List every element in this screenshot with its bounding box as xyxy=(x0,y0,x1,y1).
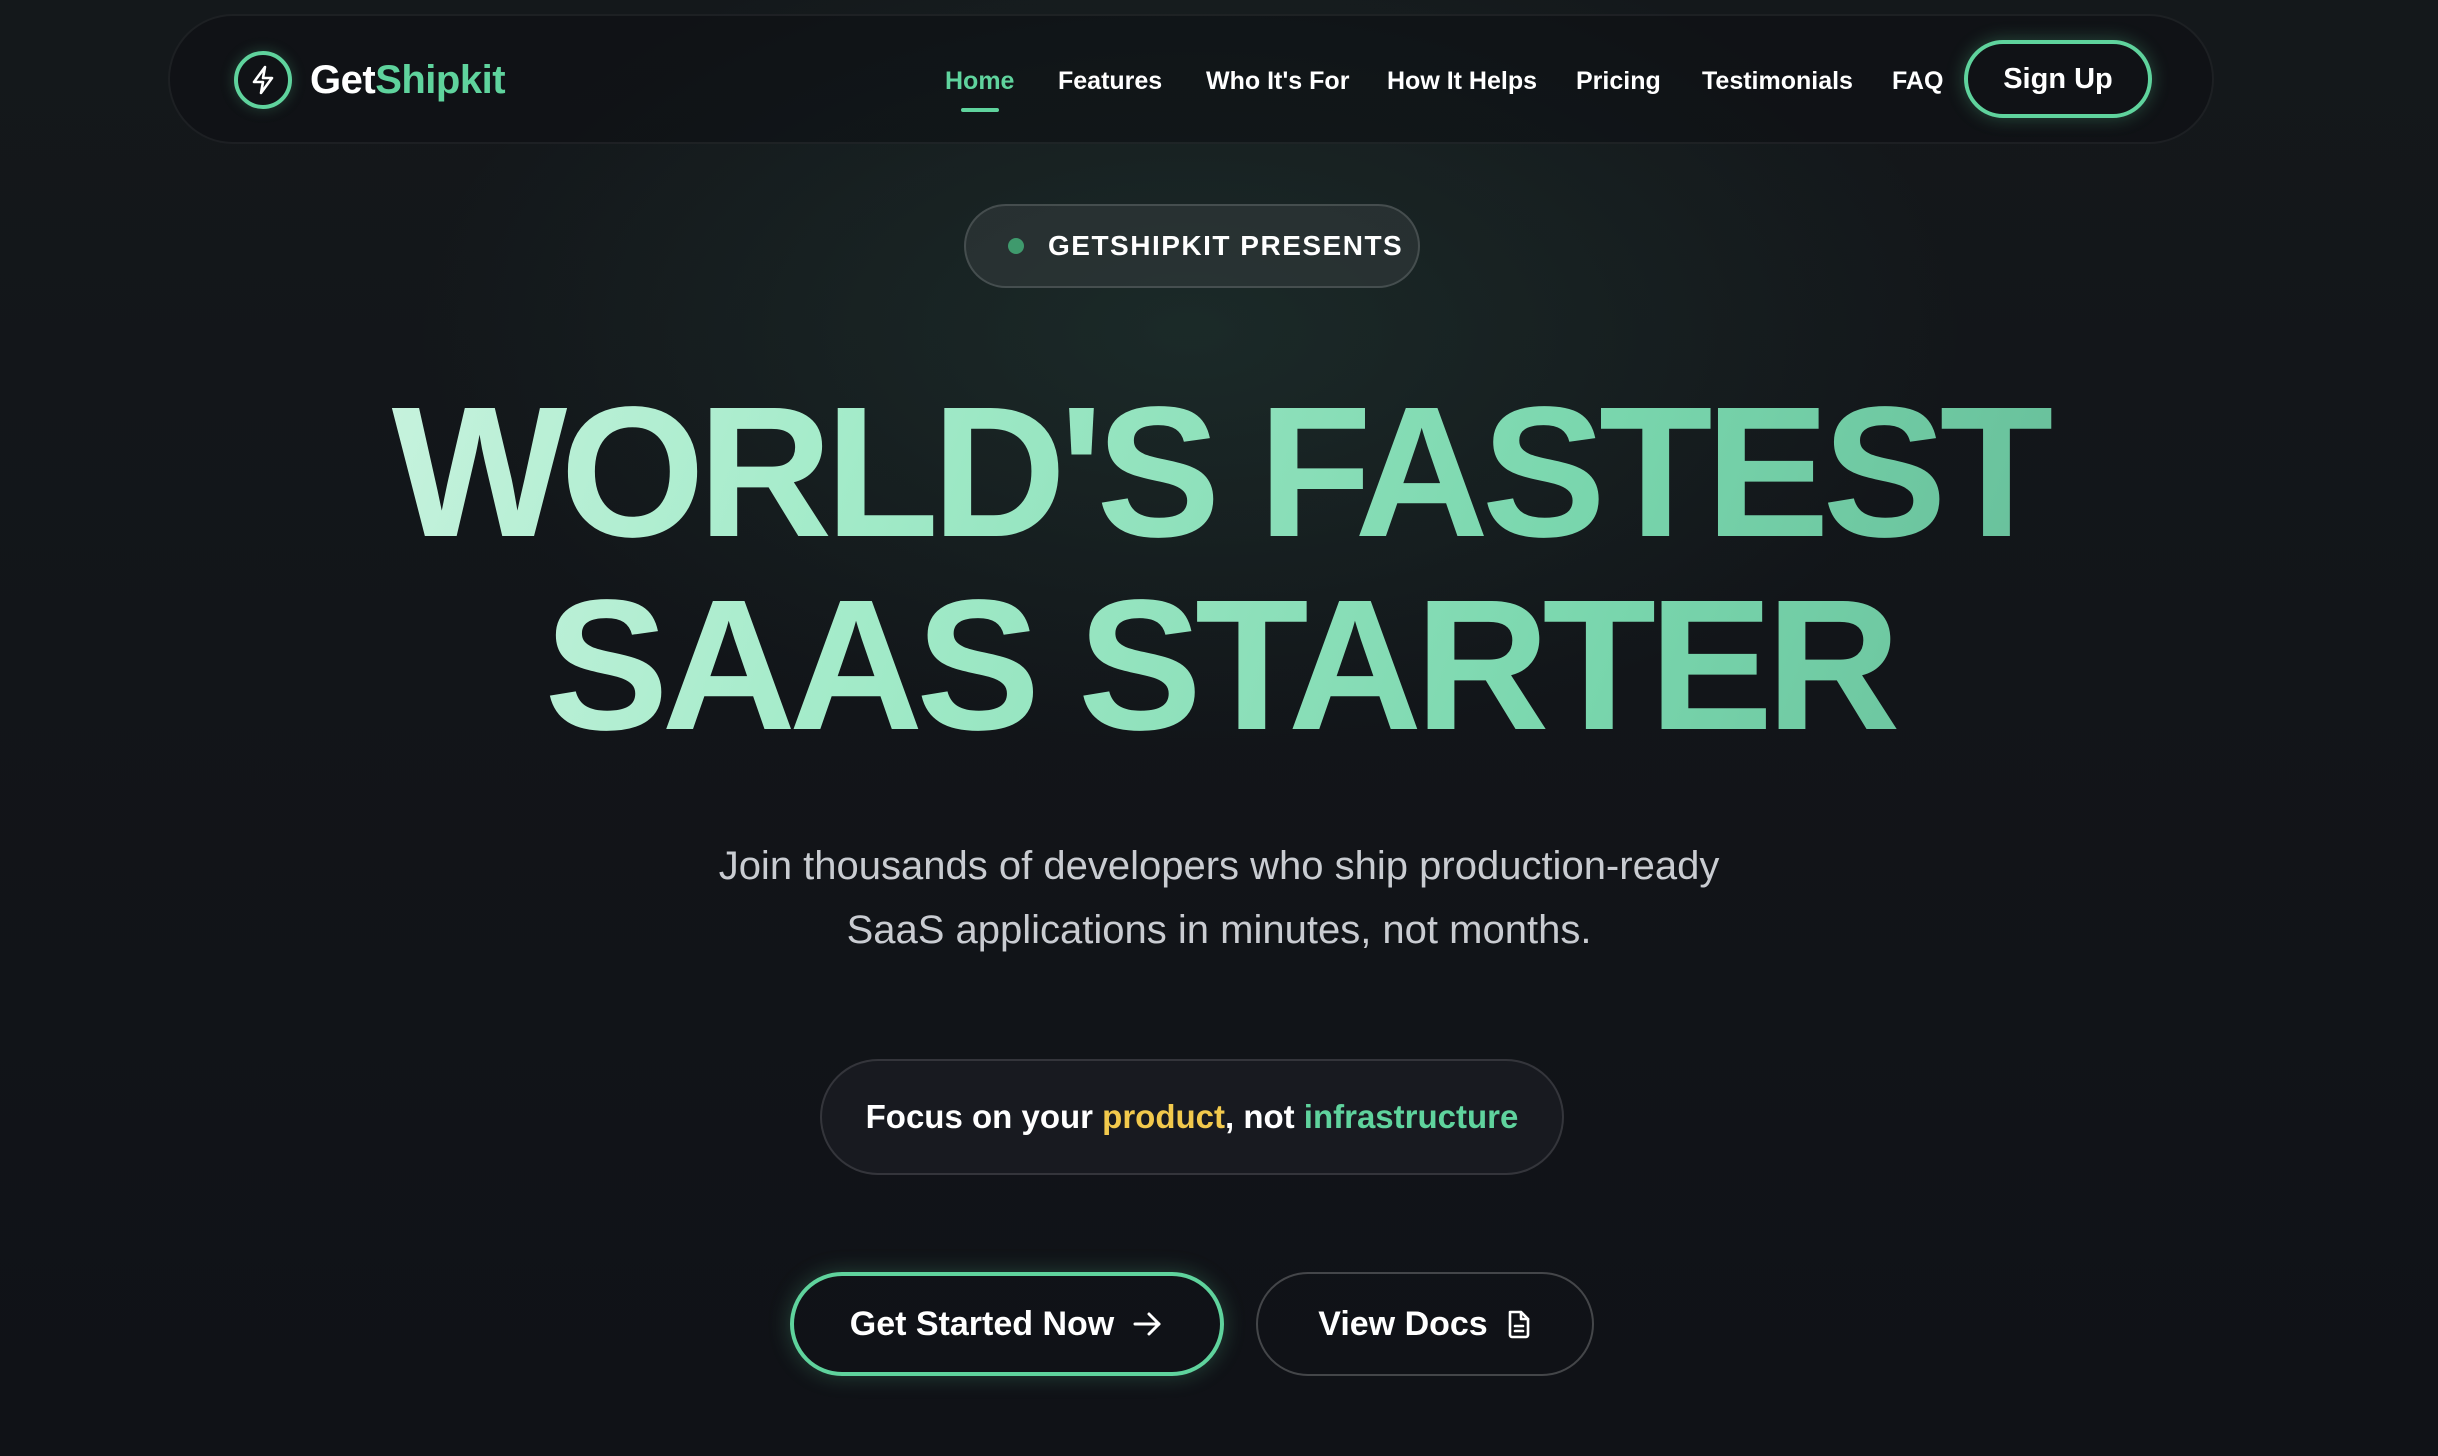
nav-link-label: How It Helps xyxy=(1387,67,1538,95)
hero-subtext-line1: Join thousands of developers who ship pr… xyxy=(718,844,1720,888)
landing-page: GetShipkit Home Features Who It's For Ho… xyxy=(0,0,2438,1456)
document-icon xyxy=(1506,1309,1532,1339)
nav-link-label: Features xyxy=(1058,67,1163,95)
hero-subtext-line2: SaaS applications in minutes, not months… xyxy=(846,908,1592,952)
focus-text-infrastructure: infrastructure xyxy=(1303,1098,1519,1135)
get-started-button[interactable]: Get Started Now xyxy=(790,1272,1224,1376)
hero-headline-line1: WORLD'S FASTEST xyxy=(0,380,2438,566)
nav-link-label: Who It's For xyxy=(1206,67,1350,95)
nav-link-faq[interactable]: FAQ xyxy=(1892,16,1943,146)
nav-links: Home Features Who It's For How It Helps … xyxy=(170,16,2212,146)
status-dot-icon xyxy=(1008,238,1024,254)
focus-text-part1: Focus on your xyxy=(865,1098,1103,1135)
focus-tagline: Focus on your product, not infrastructur… xyxy=(820,1059,1564,1175)
get-started-label: Get Started Now xyxy=(849,1304,1115,1343)
hero-headline-line2: SAAS STARTER xyxy=(0,573,2438,759)
nav-link-how-it-helps[interactable]: How It Helps xyxy=(1387,16,1537,146)
presents-text: GETSHIPKIT PRESENTS xyxy=(1048,230,1404,261)
nav-link-label: FAQ xyxy=(1892,67,1944,95)
view-docs-button[interactable]: View Docs xyxy=(1256,1272,1594,1376)
active-indicator xyxy=(960,108,999,112)
presents-badge: GETSHIPKIT PRESENTS xyxy=(964,204,1420,288)
view-docs-label: View Docs xyxy=(1318,1304,1488,1343)
sign-up-button[interactable]: Sign Up xyxy=(1964,40,2152,118)
top-navbar: GetShipkit Home Features Who It's For Ho… xyxy=(168,14,2214,144)
nav-link-who-its-for[interactable]: Who It's For xyxy=(1206,16,1349,146)
nav-link-pricing[interactable]: Pricing xyxy=(1576,16,1661,146)
nav-link-label: Home xyxy=(945,67,1015,95)
focus-text-part3: , not xyxy=(1224,1098,1304,1135)
focus-text-product: product xyxy=(1102,1098,1225,1135)
nav-link-features[interactable]: Features xyxy=(1058,16,1162,146)
nav-link-home[interactable]: Home xyxy=(945,16,1014,146)
nav-link-testimonials[interactable]: Testimonials xyxy=(1702,16,1853,146)
arrow-right-icon xyxy=(1132,1310,1164,1338)
nav-link-label: Testimonials xyxy=(1702,67,1853,95)
sign-up-label: Sign Up xyxy=(2003,62,2113,95)
nav-link-label: Pricing xyxy=(1576,67,1661,95)
